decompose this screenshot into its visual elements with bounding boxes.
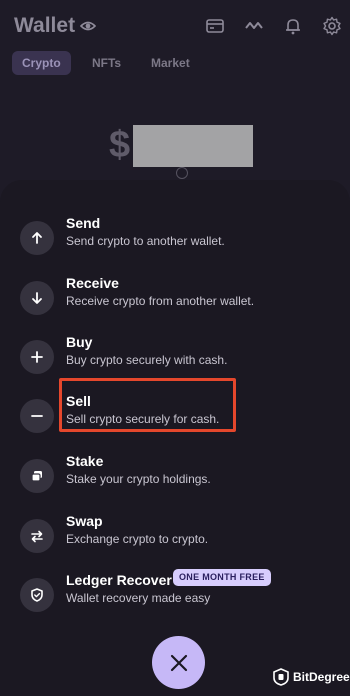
action-description: Send crypto to another wallet. bbox=[66, 234, 225, 248]
balance-currency: $ bbox=[109, 124, 131, 166]
arrow-up-icon bbox=[20, 221, 54, 255]
stack-icon bbox=[20, 459, 54, 493]
swap-icon bbox=[20, 519, 54, 553]
page-title: Wallet bbox=[14, 14, 76, 37]
action-description: Receive crypto from another wallet. bbox=[66, 294, 255, 308]
tab-nfts[interactable]: NFTs bbox=[82, 51, 131, 75]
promo-badge: ONE MONTH FREE bbox=[173, 569, 271, 586]
tab-market[interactable]: Market bbox=[141, 51, 200, 75]
action-description: Stake your crypto holdings. bbox=[66, 472, 211, 486]
action-stake[interactable]: Stake Stake your crypto holdings. bbox=[0, 450, 350, 506]
bell-icon[interactable] bbox=[283, 16, 303, 36]
watermark: BitDegree bbox=[273, 667, 350, 687]
balance-redacted bbox=[133, 125, 253, 167]
gear-icon[interactable] bbox=[322, 16, 342, 36]
close-icon bbox=[170, 654, 187, 671]
wallet-header: Wallet bbox=[0, 0, 350, 52]
action-title: Receive bbox=[66, 275, 119, 291]
activity-icon[interactable] bbox=[244, 16, 264, 36]
watermark-text: BitDegree bbox=[293, 670, 350, 684]
action-description: Exchange crypto to crypto. bbox=[66, 532, 209, 546]
close-button[interactable] bbox=[152, 636, 205, 689]
arrow-down-icon bbox=[20, 281, 54, 315]
highlight-box bbox=[59, 378, 236, 432]
tab-crypto[interactable]: Crypto bbox=[12, 51, 71, 75]
action-title: Buy bbox=[66, 334, 93, 350]
bitdegree-logo-icon bbox=[273, 668, 289, 686]
action-ledger-recover[interactable]: Ledger Recover ONE MONTH FREE Wallet rec… bbox=[0, 569, 350, 625]
plus-icon bbox=[20, 340, 54, 374]
action-description: Buy crypto securely with cash. bbox=[66, 353, 228, 367]
action-description: Wallet recovery made easy bbox=[66, 591, 211, 605]
info-icon[interactable] bbox=[176, 167, 188, 179]
action-title: Send bbox=[66, 215, 101, 231]
action-title: Swap bbox=[66, 513, 103, 529]
action-send[interactable]: Send Send crypto to another wallet. bbox=[0, 212, 350, 268]
card-icon[interactable] bbox=[205, 16, 225, 36]
action-receive[interactable]: Receive Receive crypto from another wall… bbox=[0, 272, 350, 328]
shield-icon bbox=[20, 578, 54, 612]
minus-icon bbox=[20, 399, 54, 433]
eye-icon[interactable] bbox=[80, 19, 96, 33]
action-swap[interactable]: Swap Exchange crypto to crypto. bbox=[0, 510, 350, 566]
action-title: Ledger Recover bbox=[66, 572, 172, 588]
action-title: Stake bbox=[66, 453, 104, 469]
